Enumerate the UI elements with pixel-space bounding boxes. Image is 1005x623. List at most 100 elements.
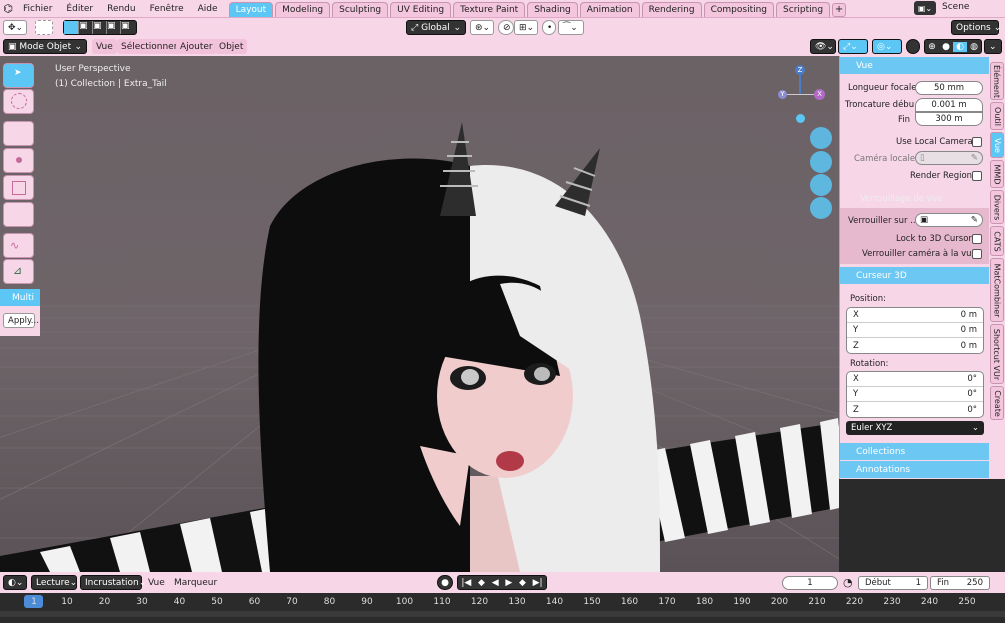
gizmo-x-axis[interactable]: X — [814, 89, 825, 100]
timeline-view-menu[interactable]: Vue — [148, 578, 165, 588]
menu-render[interactable]: Rendu — [100, 4, 143, 14]
rot-y-value[interactable]: 0° — [967, 389, 977, 399]
3d-viewport[interactable]: User Perspective (1) Collection | Extra_… — [0, 56, 839, 572]
lock-cursor-checkbox[interactable] — [972, 234, 982, 244]
tab-animation[interactable]: Animation — [579, 1, 640, 17]
pos-x-value[interactable]: 0 m — [961, 310, 977, 320]
navigation-gizmo[interactable]: Z Y X — [775, 61, 833, 123]
clip-end-field[interactable]: 300 m — [915, 112, 983, 126]
vue-section-header[interactable]: Vue — [840, 57, 990, 74]
menu-view[interactable]: Vue — [92, 39, 117, 54]
camera-locale-field[interactable]: ▯ ✎ — [915, 151, 983, 165]
scene-selector-icon[interactable]: ▣⌄ — [914, 1, 936, 15]
add-workspace-button[interactable]: + — [832, 2, 847, 17]
vtab-create[interactable]: Create — [990, 386, 1004, 420]
cursor-section-header[interactable]: Curseur 3D — [840, 267, 990, 284]
mode-select[interactable]: ▣ Mode Objet ⌄ — [3, 39, 87, 54]
zoom-icon[interactable] — [810, 127, 832, 149]
pos-y-value[interactable]: 0 m — [961, 325, 977, 335]
gizmo-z-axis[interactable]: Z — [795, 65, 805, 75]
clip-start-field[interactable]: 0.001 m — [915, 98, 983, 112]
vtab-divers[interactable]: Divers — [990, 190, 1004, 224]
options-button[interactable]: Options ⌄ — [951, 20, 1001, 35]
menu-object[interactable]: Objet — [215, 39, 248, 54]
select-circle-icon[interactable] — [3, 89, 34, 114]
annotate-tool-icon[interactable]: ∿ — [3, 233, 34, 258]
select-tool-icon[interactable]: ➤ — [3, 63, 34, 88]
local-camera-checkbox[interactable] — [972, 137, 982, 147]
tab-texture-paint[interactable]: Texture Paint — [453, 1, 526, 17]
transform-orientation-select[interactable]: ⤢ Global ⌄ — [406, 20, 466, 35]
vtab-shortcut[interactable]: Shortcut VUr — [990, 324, 1004, 384]
current-frame-field[interactable]: 1 — [782, 576, 838, 590]
rot-x-value[interactable]: 0° — [967, 374, 977, 384]
vtab-vue[interactable]: Vue — [990, 132, 1004, 158]
record-icon[interactable]: ● — [437, 575, 453, 590]
measure-tool-icon[interactable]: ⊿ — [3, 259, 34, 284]
rotation-vector[interactable]: X 0° Y 0° Z 0° — [846, 371, 984, 418]
menu-add[interactable]: Ajouter — [176, 39, 217, 54]
editor-type-icon[interactable]: ◐⌄ — [3, 575, 27, 590]
vtab-element[interactable]: Élément — [990, 62, 1004, 100]
vtab-matcombiner[interactable]: MatCombiner — [990, 258, 1004, 322]
clock-icon[interactable]: ◔ — [843, 576, 857, 590]
tab-compositing[interactable]: Compositing — [703, 1, 775, 17]
blender-logo-icon[interactable]: ⌬ — [0, 2, 16, 15]
next-key-icon[interactable]: ◆ — [519, 578, 526, 588]
cursor-tool-icon[interactable] — [3, 121, 34, 146]
transform-tool-icon-2[interactable] — [3, 202, 34, 227]
playback-menu[interactable]: Lecture ⌄ — [31, 575, 77, 590]
xray-icon[interactable] — [906, 39, 920, 54]
grid-view-icon[interactable] — [810, 197, 832, 219]
vtab-mmd[interactable]: MMD — [990, 160, 1004, 188]
select-box-icon[interactable] — [35, 20, 53, 35]
playback-controls[interactable]: |◀ ◆ ◀ ▶ ◆ ▶| — [457, 575, 547, 590]
menu-select[interactable]: Sélectionner — [117, 39, 182, 54]
annotations-section-header[interactable]: Annotations — [840, 461, 990, 478]
jump-start-icon[interactable]: |◀ — [461, 578, 471, 588]
vtab-outil[interactable]: Outil — [990, 102, 1004, 130]
jump-end-icon[interactable]: ▶| — [533, 578, 543, 588]
visibility-icon[interactable]: 👁⌄ — [810, 39, 836, 54]
view-lock-header[interactable]: Verrouillage de vue — [860, 194, 942, 204]
scene-name[interactable]: Scene — [942, 2, 969, 12]
apply-button[interactable]: Apply... — [3, 313, 39, 328]
play-icon[interactable]: ▶ — [505, 578, 512, 588]
menu-file[interactable]: Fichier — [16, 4, 59, 14]
gizmo-y-axis[interactable]: Y — [778, 90, 787, 99]
proportional-edit-icon[interactable]: • — [542, 20, 556, 35]
collections-section-header[interactable]: Collections — [840, 443, 990, 460]
move-tool-icon[interactable] — [3, 148, 34, 173]
rot-z-value[interactable]: 0° — [967, 405, 977, 415]
lock-camera-checkbox[interactable] — [972, 249, 982, 259]
falloff-icon[interactable]: ⁀⌄ — [558, 20, 584, 35]
menu-edit[interactable]: Éditer — [59, 4, 100, 14]
timeline-scrollbar[interactable] — [0, 611, 1005, 617]
pan-hand-icon[interactable] — [810, 151, 832, 173]
snap-icon[interactable]: ⊘ — [498, 20, 514, 35]
shading-options-icon[interactable]: ⌄ — [984, 39, 1002, 54]
overlay-toggle-icon[interactable]: ◎⌄ — [872, 39, 902, 54]
gizmo-toggle-icon[interactable]: ⤢⌄ — [838, 39, 868, 54]
tab-rendering[interactable]: Rendering — [641, 1, 702, 17]
menu-help[interactable]: Aide — [191, 4, 225, 14]
prev-key-icon[interactable]: ◆ — [478, 578, 485, 588]
snap-target-icon[interactable]: ⊞⌄ — [514, 20, 538, 35]
multi-panel-header[interactable]: Multi — [0, 289, 40, 306]
render-region-checkbox[interactable] — [972, 171, 982, 181]
selection-mode-group[interactable]: ▣ ▣ ▣ ▣ — [63, 20, 137, 35]
focal-field[interactable]: 50 mm — [915, 81, 983, 95]
marker-menu[interactable]: Marqueur — [174, 578, 217, 588]
pivot-icon[interactable]: ⊛⌄ — [470, 20, 494, 35]
tab-shading[interactable]: Shading — [527, 1, 578, 17]
shading-mode-group[interactable]: ⊕ ● ◐ ◍ — [924, 39, 982, 54]
end-frame-field[interactable]: Fin 250 — [930, 576, 990, 590]
camera-view-icon[interactable] — [810, 174, 832, 196]
menu-window[interactable]: Fenêtre — [143, 4, 191, 14]
tab-sculpting[interactable]: Sculpting — [332, 1, 389, 17]
tab-uv-editing[interactable]: UV Editing — [390, 1, 452, 17]
rotation-mode-select[interactable]: Euler XYZ ⌄ — [846, 421, 984, 435]
transform-tool-icon[interactable]: ✥⌄ — [3, 20, 27, 35]
vtab-cats[interactable]: CATS — [990, 226, 1004, 256]
pos-z-value[interactable]: 0 m — [961, 341, 977, 351]
